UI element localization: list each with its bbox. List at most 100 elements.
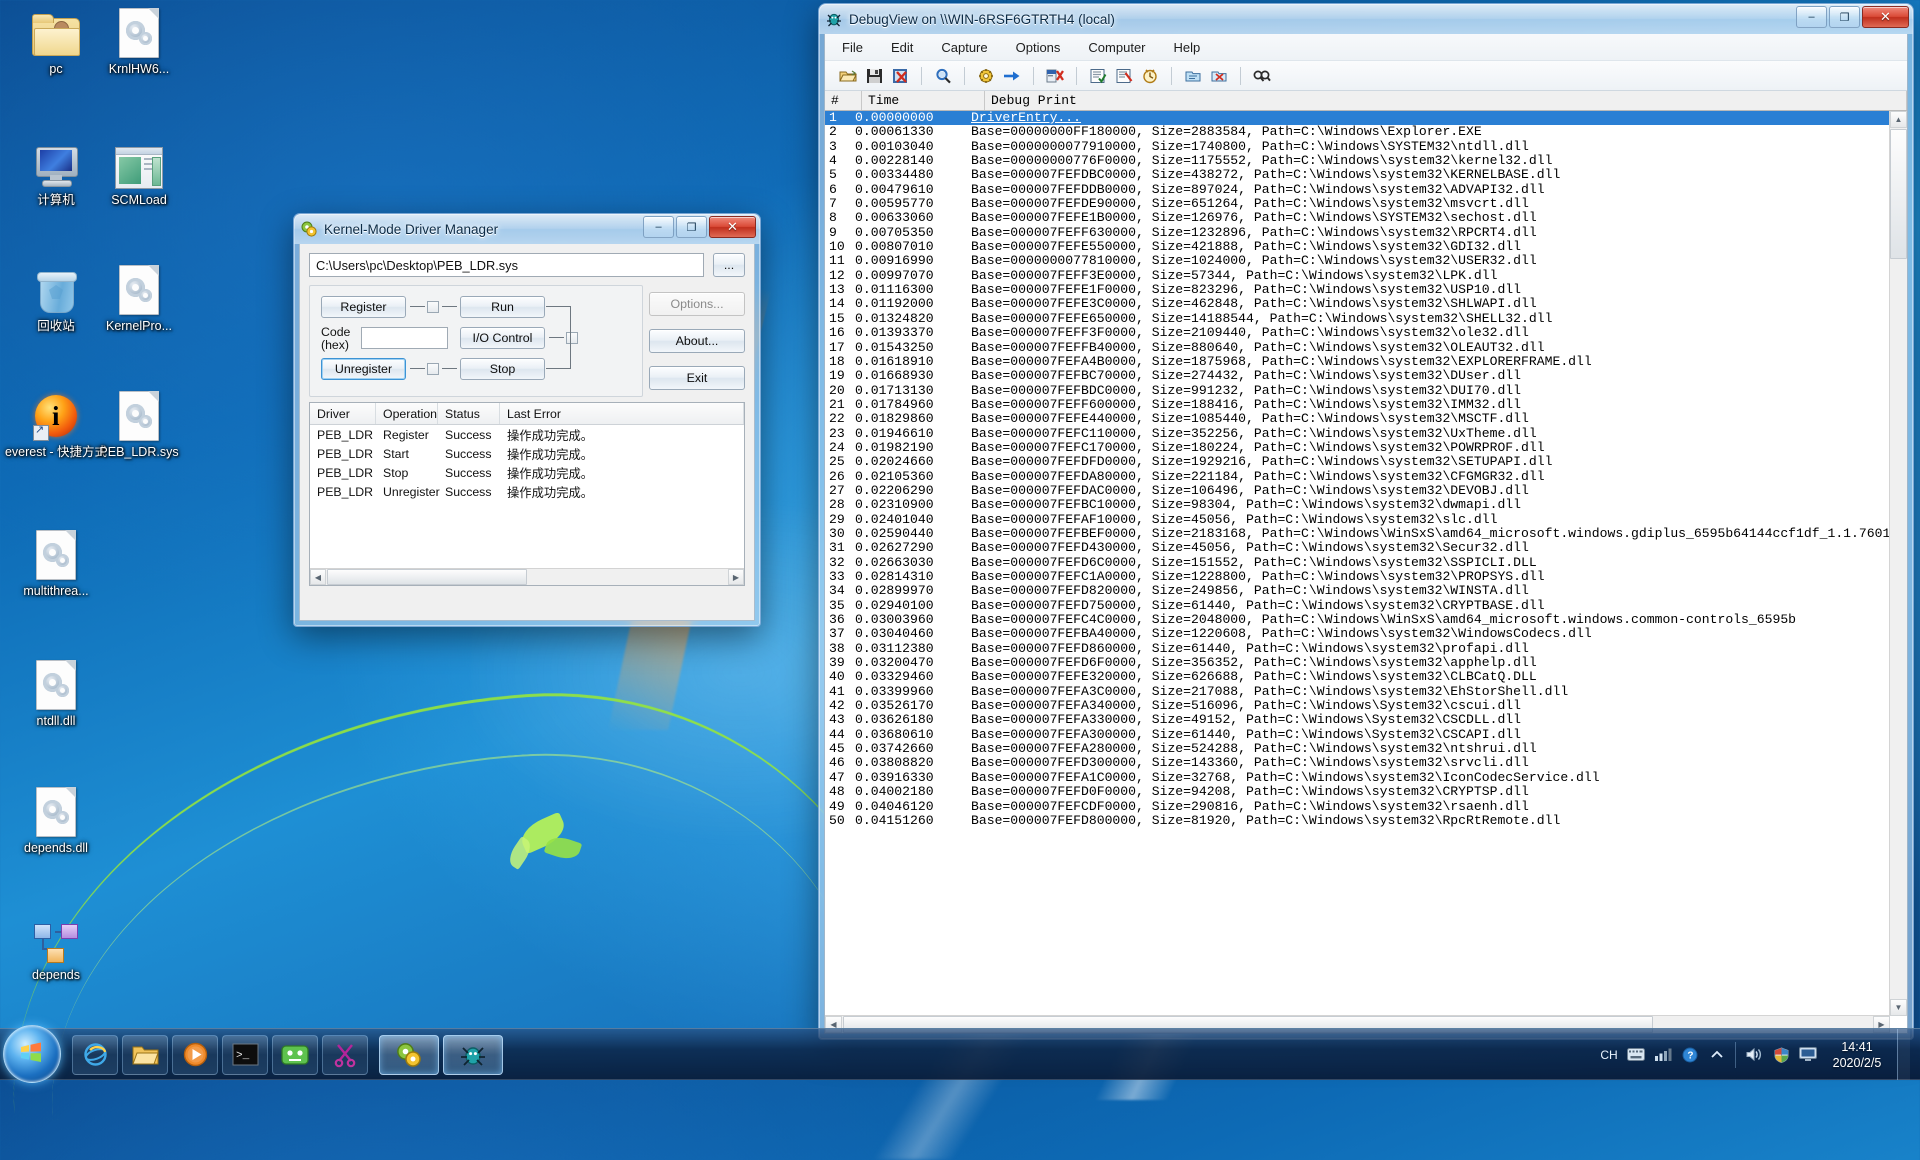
taskbar-task-debugview[interactable] [443,1034,503,1075]
scroll-down-arrow[interactable]: ▼ [1890,999,1907,1016]
log-row[interactable]: 15 0.01324820 Base=000007FEFE650000, Size=… [825,311,1907,326]
log-row[interactable]: 43 0.03626180 Base=000007FEFA330000, Size=… [825,713,1907,728]
driver-results-table[interactable]: Driver Operation Status Last Error PEB_L… [309,402,745,586]
log-boot-icon[interactable] [1208,65,1230,86]
driver-manager-window[interactable]: Kernel-Mode Driver Manager – ❐ ✕ C:\User… [293,213,761,627]
menu-capture[interactable]: Capture [938,38,990,57]
options-button[interactable]: Options... [649,292,745,316]
table-scroll-left-arrow[interactable]: ◀ [310,569,326,585]
menu-help[interactable]: Help [1171,38,1204,57]
log-vertical-scrollbar[interactable]: ▲ ▼ [1889,111,1907,1016]
log-row[interactable]: 29 0.02401040 Base=000007FEFAF10000, Size=… [825,512,1907,527]
table-horizontal-scrollbar[interactable]: ◀ ▶ [310,568,744,585]
desktop-icon-depends[interactable]: depends [6,912,106,983]
log-row[interactable]: 2 0.00061330 Base=00000000FF180000, Size=2… [825,124,1907,139]
log-row[interactable]: 23 0.01946610 Base=000007FEFC110000, Size=… [825,426,1907,441]
menu-computer[interactable]: Computer [1085,38,1148,57]
log-row[interactable]: 20 0.01713130 Base=000007FEFBDC0000, Size=… [825,383,1907,398]
taskbar-item-snipping-tool[interactable] [322,1034,368,1075]
taskbar-task-driver-manager[interactable] [379,1034,439,1075]
desktop-icon-peb-ldr-sys[interactable]: PEB_LDR.sys [89,389,189,460]
register-link-checkbox[interactable] [427,301,439,313]
log-row[interactable]: 26 0.02105360 Base=000007FEFDA80000, Size=… [825,469,1907,484]
log-row[interactable]: 44 0.03680610 Base=000007FEFA300000, Size=… [825,727,1907,742]
log-row[interactable]: 7 0.00595770 Base=000007FEFDE90000, Size=6… [825,196,1907,211]
taskbar-item-explorer[interactable] [122,1034,168,1075]
log-row[interactable]: 38 0.03112380 Base=000007FEFD860000, Size=… [825,641,1907,656]
stop-button[interactable]: Stop [460,358,545,380]
about-button[interactable]: About... [649,329,745,353]
log-row[interactable]: 16 0.01393370 Base=000007FEFF3F0000, Size=… [825,325,1907,340]
close-button[interactable]: ✕ [1862,6,1909,28]
log-row[interactable]: 27 0.02206290 Base=000007FEFDAC0000, Size=… [825,483,1907,498]
code-hex-input[interactable] [361,327,448,349]
log-row[interactable]: 33 0.02814310 Base=000007FEFC1A0000, Size=… [825,569,1907,584]
log-row[interactable]: 11 0.00916990 Base=0000000077810000, Size=… [825,254,1907,269]
log-row[interactable]: 35 0.02940100 Base=000007FEFD750000, Size=… [825,598,1907,613]
log-row[interactable]: 10 0.00807010 Base=000007FEFE550000, Size=… [825,239,1907,254]
clock-icon[interactable] [1139,65,1161,86]
column-header-operation[interactable]: Operation [376,403,438,424]
shield-icon[interactable] [1772,1046,1790,1064]
log-row[interactable]: 32 0.02663030 Base=000007FEFD6C0000, Size=… [825,555,1907,570]
table-scroll-thumb[interactable] [327,569,527,585]
log-row[interactable]: 30 0.02590440 Base=000007FEFBEF0000, Size=… [825,526,1907,541]
debugview-toolbar[interactable] [825,61,1907,91]
io-link-checkbox[interactable] [566,332,578,344]
capture-win32-icon[interactable] [975,65,997,86]
vertical-scroll-thumb[interactable] [1890,129,1907,259]
volume-icon[interactable] [1745,1046,1763,1064]
run-button[interactable]: Run [460,296,545,318]
io-control-button[interactable]: I/O Control [460,327,545,349]
log-row[interactable]: 25 0.02024660 Base=000007FEFDFD0000, Size=… [825,454,1907,469]
find-icon[interactable] [932,65,954,86]
close-button[interactable]: ✕ [709,216,756,238]
menu-edit[interactable]: Edit [888,38,916,57]
log-row[interactable]: 6 0.00479610 Base=000007FEFDDB0000, Size=8… [825,182,1907,197]
save-icon[interactable] [863,65,885,86]
menu-options[interactable]: Options [1013,38,1064,57]
unregister-button[interactable]: Unregister [321,358,406,380]
browse-button[interactable]: ... [713,253,745,277]
driver-manager-window-controls[interactable]: – ❐ ✕ [643,216,756,238]
log-row[interactable]: 39 0.03200470 Base=000007FEFD6F0000, Size=… [825,655,1907,670]
open-icon[interactable] [837,65,859,86]
exit-button[interactable]: Exit [649,366,745,390]
log-row[interactable]: 47 0.03916330 Base=000007FEFA1C0000, Size=… [825,770,1907,785]
column-header-debug-print[interactable]: Debug Print [985,91,1907,110]
minimize-button[interactable]: – [643,216,674,238]
log-row[interactable]: 14 0.01192000 Base=000007FEFE3C0000, Size=… [825,297,1907,312]
log-row[interactable]: 48 0.04002180 Base=000007FEFD0F0000, Size=… [825,784,1907,799]
network-icon[interactable] [1654,1046,1672,1064]
show-desktop-button[interactable] [1897,1029,1910,1080]
log-row[interactable]: 45 0.03742660 Base=000007FEFA280000, Size=… [825,741,1907,756]
table-row[interactable]: PEB_LDR Stop Success 操作成功完成。 [310,463,744,482]
column-header-last-error[interactable]: Last Error [500,403,744,424]
log-row[interactable]: 28 0.02310900 Base=000007FEFBC10000, Size=… [825,497,1907,512]
log-row[interactable]: 18 0.01618910 Base=000007FEFA4B0000, Size=… [825,354,1907,369]
log-row[interactable]: 31 0.02627290 Base=000007FEFD430000, Size=… [825,540,1907,555]
log-row[interactable]: 1 0.00000000 DriverEntry... [825,111,1907,126]
log-to-file-icon[interactable] [1182,65,1204,86]
log-row[interactable]: 12 0.00997070 Base=000007FEFF3E0000, Size=… [825,268,1907,283]
desktop-icon-multithread[interactable]: multithrea... [6,528,106,599]
log-row[interactable]: 37 0.03040460 Base=000007FEFBA40000, Size=… [825,627,1907,642]
ime-indicator[interactable]: CH [1600,1046,1618,1064]
taskbar-item-media-player[interactable] [172,1034,218,1075]
table-row[interactable]: PEB_LDR Register Success 操作成功完成。 [310,425,744,444]
debugview-window-controls[interactable]: – ❐ ✕ [1796,6,1909,28]
log-row[interactable]: 17 0.01543250 Base=000007FEFFB40000, Size=… [825,340,1907,355]
clear-icon[interactable] [889,65,911,86]
driver-manager-titlebar[interactable]: Kernel-Mode Driver Manager – ❐ ✕ [294,214,760,244]
log-row[interactable]: 22 0.01829860 Base=000007FEFE440000, Size=… [825,411,1907,426]
log-row[interactable]: 24 0.01982190 Base=000007FEFC170000, Size=… [825,440,1907,455]
autoscroll-icon[interactable] [1044,65,1066,86]
taskbar-clock[interactable]: 14:41 2020/2/5 [1826,1039,1888,1071]
log-row[interactable]: 4 0.00228140 Base=00000000776F0000, Size=1… [825,153,1907,168]
start-button[interactable] [3,1025,61,1083]
maximize-button[interactable]: ❐ [1829,6,1860,28]
log-row[interactable]: 36 0.03003960 Base=000007FEFC4C0000, Size=… [825,612,1907,627]
keyboard-icon[interactable] [1627,1046,1645,1064]
log-row[interactable]: 42 0.03526170 Base=000007FEFA340000, Size=… [825,698,1907,713]
minimize-button[interactable]: – [1796,6,1827,28]
